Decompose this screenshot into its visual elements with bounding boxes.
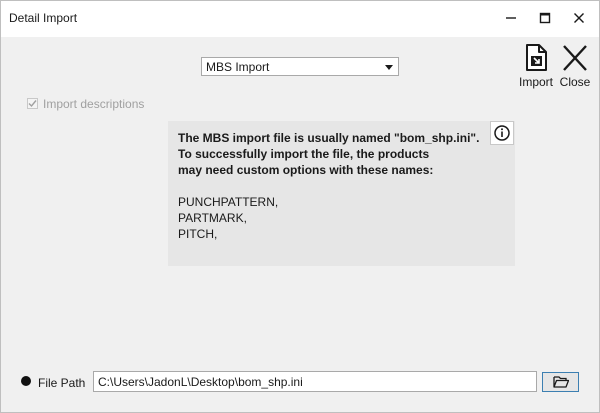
close-icon — [563, 45, 587, 71]
info-line-2: To successfully import the file, the pro… — [178, 147, 430, 161]
minimize-button[interactable] — [495, 5, 527, 31]
file-path-label: File Path — [38, 376, 86, 390]
info-panel: The MBS import file is usually named "bo… — [168, 121, 515, 266]
file-import-icon — [526, 44, 547, 71]
custom-option-name: PUNCHPATTERN, — [178, 195, 279, 209]
import-descriptions-label: Import descriptions — [43, 97, 145, 111]
close-button[interactable]: Close — [554, 43, 596, 91]
dialog-content: MBS Import Import Close Import descripti… — [1, 37, 599, 412]
maximize-icon — [539, 12, 551, 24]
detail-import-window: Detail Import MBS Import Import Close Im… — [0, 0, 600, 413]
window-title: Detail Import — [9, 11, 78, 25]
info-line-3: may need custom options with these names… — [178, 163, 434, 177]
close-button-label: Close — [559, 75, 591, 89]
minimize-icon — [506, 17, 516, 19]
custom-option-name: PARTMARK, — [178, 211, 247, 225]
maximize-button[interactable] — [529, 5, 561, 31]
checkbox-box[interactable] — [27, 98, 38, 109]
import-button-label: Import — [518, 75, 553, 89]
custom-option-name: PITCH, — [178, 227, 218, 241]
title-bar: Detail Import — [1, 1, 599, 37]
import-button[interactable]: Import — [515, 43, 557, 91]
file-path-value: C:\Users\JadonL\Desktop\bom_shp.ini — [98, 375, 303, 389]
folder-open-icon — [552, 376, 569, 388]
browse-button[interactable] — [542, 372, 579, 392]
checkmark-icon — [28, 100, 37, 108]
file-path-input[interactable]: C:\Users\JadonL\Desktop\bom_shp.ini — [93, 371, 537, 392]
window-close-button[interactable] — [563, 5, 595, 31]
chevron-down-icon — [385, 65, 393, 70]
import-type-select[interactable]: MBS Import — [201, 57, 399, 76]
close-icon — [574, 13, 584, 23]
info-line-1: The MBS import file is usually named "bo… — [178, 131, 480, 145]
import-type-value: MBS Import — [206, 60, 270, 74]
file-path-radio[interactable] — [21, 376, 31, 386]
info-icon — [494, 125, 510, 141]
info-button[interactable] — [490, 121, 514, 145]
